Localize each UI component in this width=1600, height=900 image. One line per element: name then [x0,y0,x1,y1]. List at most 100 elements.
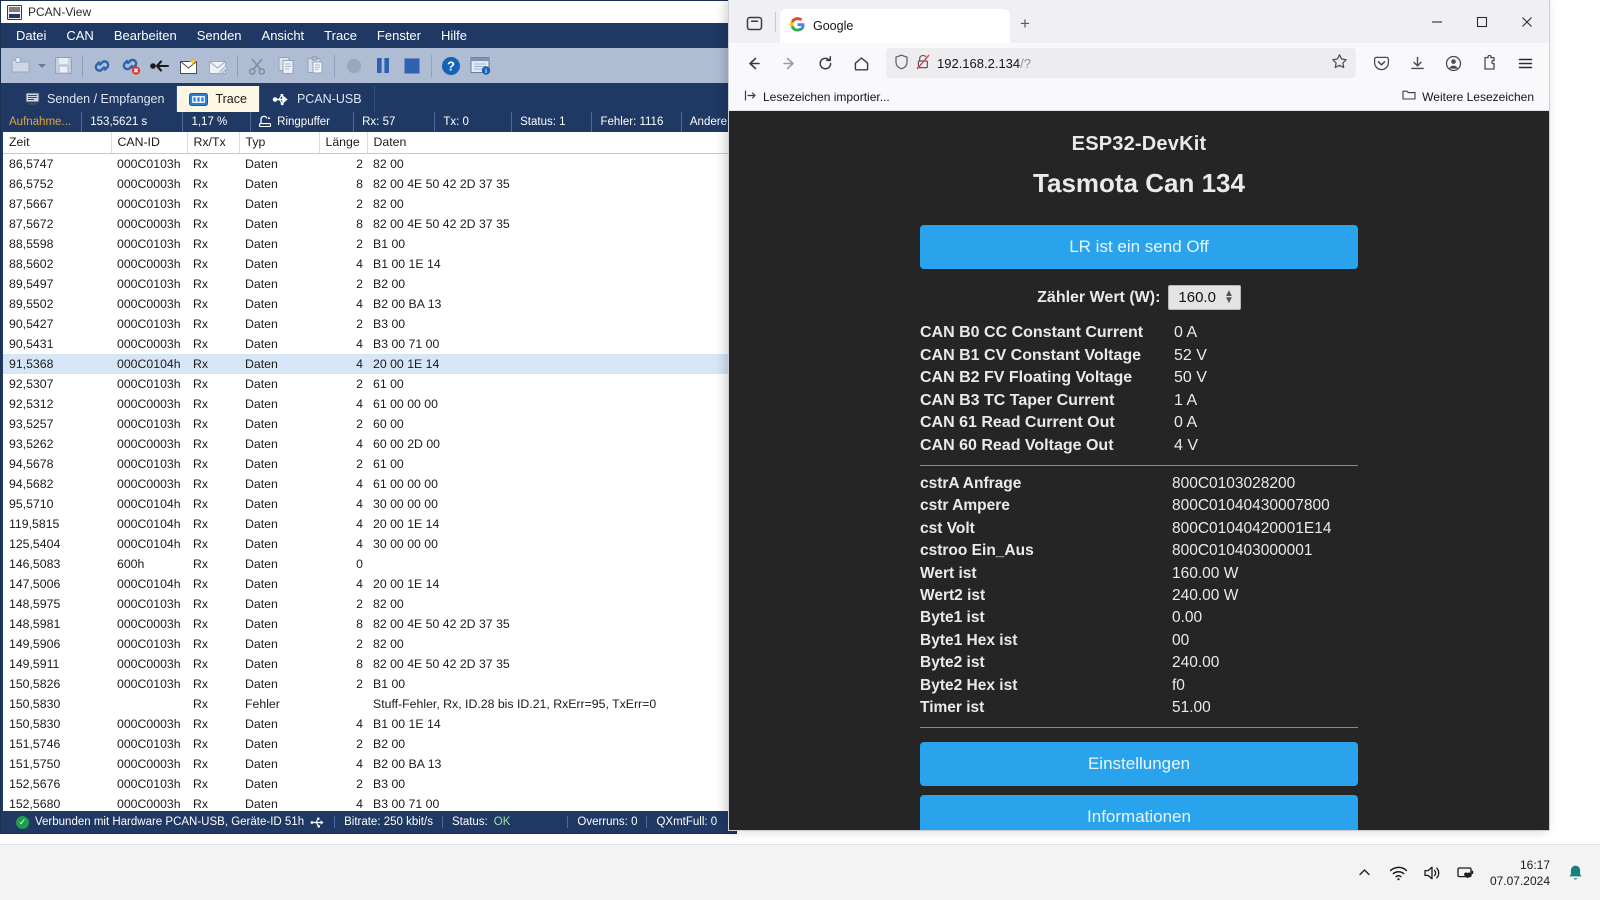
tab-pcan-usb[interactable]: PCAN-USB [260,86,375,112]
new-message-icon[interactable] [175,51,203,81]
reload-button[interactable] [808,48,842,78]
information-button[interactable]: Informationen [920,795,1358,830]
clock[interactable]: 16:17 07.07.2024 [1484,857,1560,889]
table-row[interactable]: 87,5672 000C0003h Rx Daten 8 82 00 4E 50 42 2… [3,214,734,234]
menu-senden[interactable]: Senden [188,25,251,46]
table-row[interactable]: 89,5497 000C0103h Rx Daten 2 B2 00 [3,274,734,294]
table-row[interactable]: 94,5682 000C0003h Rx Daten 4 61 00 00 00 [3,474,734,494]
table-row[interactable]: 87,5667 000C0103h Rx Daten 2 82 00 [3,194,734,214]
copy-icon[interactable] [272,51,300,81]
table-row[interactable]: 148,5975 000C0103h Rx Daten 2 82 00 [3,594,734,614]
back-button[interactable] [736,48,770,78]
trace-table-container[interactable]: Zeit CAN-ID Rx/Tx Typ Länge Daten 86,574… [1,132,736,811]
table-row[interactable]: 151,5746 000C0103h Rx Daten 2 B2 00 [3,734,734,754]
extensions-icon[interactable] [1472,48,1506,78]
pocket-icon[interactable] [1364,48,1398,78]
table-row[interactable]: 150,5826 000C0103h Rx Daten 2 B1 00 [3,674,734,694]
bookmark-star-icon[interactable] [1331,53,1348,73]
table-row[interactable]: 150,5830 000C0003h Rx Daten 4 B1 00 1E 14 [3,714,734,734]
account-icon[interactable] [1436,48,1470,78]
stop-icon[interactable] [398,51,426,81]
import-bookmarks-button[interactable]: Lesezeichen importier... [739,87,895,107]
home-button[interactable] [844,48,878,78]
col-header-zeit[interactable]: Zeit [3,132,112,154]
table-row[interactable]: 150,5830 Rx Fehler Stuff-Fehler, Rx, ID.28 … [3,694,734,714]
insecure-connection-icon[interactable] [916,54,930,73]
downloads-icon[interactable] [1400,48,1434,78]
col-header-daten[interactable]: Daten [367,132,734,154]
table-row[interactable]: 151,5750 000C0003h Rx Daten 4 B2 00 BA 13 [3,754,734,774]
table-row[interactable]: 148,5981 000C0003h Rx Daten 8 82 00 4E 50 42 … [3,614,734,634]
table-row[interactable]: 90,5427 000C0103h Rx Daten 2 B3 00 [3,314,734,334]
forward-button[interactable] [772,48,806,78]
open-file-icon[interactable] [7,51,35,81]
paste-icon[interactable] [301,51,329,81]
col-header-rxtx[interactable]: Rx/Tx [187,132,240,154]
table-row[interactable]: 86,5752 000C0003h Rx Daten 8 82 00 4E 50 42 2… [3,174,734,194]
menu-can[interactable]: CAN [57,25,102,46]
tab-senden-empfangen[interactable]: Senden / Empfangen [13,86,178,112]
settings-button[interactable]: Einstellungen [920,742,1358,787]
table-row[interactable]: 88,5602 000C0003h Rx Daten 4 B1 00 1E 14 [3,254,734,274]
connect-icon[interactable] [88,51,116,81]
lr-toggle-button[interactable]: LR ist ein send Off [920,225,1358,269]
table-row[interactable]: 119,5815 000C0104h Rx Daten 4 20 00 1E 14 [3,514,734,534]
table-row[interactable]: 92,5312 000C0003h Rx Daten 4 61 00 00 00 [3,394,734,414]
table-row[interactable]: 146,5083 600h Rx Daten 0 [3,554,734,574]
menu-trace[interactable]: Trace [315,25,366,46]
table-row[interactable]: 92,5307 000C0103h Rx Daten 2 61 00 [3,374,734,394]
volume-icon[interactable] [1416,853,1450,893]
menu-ansicht[interactable]: Ansicht [253,25,314,46]
table-row[interactable]: 152,5680 000C0003h Rx Daten 4 B3 00 71 00 [3,794,734,811]
save-icon[interactable] [49,51,77,81]
browser-tab[interactable]: Google [780,9,1010,43]
open-file-dropdown-icon[interactable] [36,51,48,81]
table-row[interactable]: 125,5404 000C0104h Rx Daten 4 30 00 00 00 [3,534,734,554]
close-button[interactable] [1504,0,1549,43]
notification-bell-icon[interactable] [1560,864,1590,882]
spinner-arrows-icon[interactable]: ▲ ▼ [1224,289,1234,306]
col-header-can-id[interactable]: CAN-ID [111,132,188,154]
table-row[interactable]: 93,5262 000C0003h Rx Daten 4 60 00 2D 00 [3,434,734,454]
hamburger-menu-icon[interactable] [1508,48,1542,78]
chevron-up-icon[interactable] [1348,853,1382,893]
new-tab-button[interactable]: + [1010,9,1040,39]
record-icon[interactable] [340,51,368,81]
other-bookmarks-button[interactable]: Weitere Lesezeichen [1397,87,1539,106]
url-text[interactable]: 192.168.2.134/? [937,56,1324,71]
table-row[interactable]: 86,5747 000C0103h Rx Daten 2 82 00 [3,154,734,175]
info-window-icon[interactable]: i [466,51,494,81]
cut-icon[interactable] [243,51,271,81]
menu-bearbeiten[interactable]: Bearbeiten [105,25,186,46]
table-row[interactable]: 149,5906 000C0103h Rx Daten 2 82 00 [3,634,734,654]
help-icon[interactable]: ? [437,51,465,81]
url-bar[interactable]: 192.168.2.134/? [886,48,1356,78]
counter-input[interactable]: 160.0 ▲ ▼ [1168,285,1241,310]
table-row[interactable]: 149,5911 000C0003h Rx Daten 8 82 00 4E 50 42 … [3,654,734,674]
table-row[interactable]: 93,5257 000C0103h Rx Daten 2 60 00 [3,414,734,434]
edit-message-icon[interactable] [204,51,232,81]
menu-fenster[interactable]: Fenster [368,25,430,46]
pause-icon[interactable] [369,51,397,81]
shield-icon[interactable] [894,54,909,73]
table-row[interactable]: 95,5710 000C0104h Rx Daten 4 30 00 00 00 [3,494,734,514]
table-row[interactable]: 152,5676 000C0103h Rx Daten 2 B3 00 [3,774,734,794]
table-row[interactable]: 88,5598 000C0103h Rx Daten 2 B1 00 [3,234,734,254]
menu-datei[interactable]: Datei [7,25,55,46]
table-row[interactable]: 91,5368 000C0104h Rx Daten 4 20 00 1E 14 [3,354,734,374]
filter-icon[interactable] [146,51,174,81]
tab-trace[interactable]: Trace [177,86,260,112]
maximize-button[interactable] [1459,0,1504,43]
minimize-button[interactable] [1414,0,1459,43]
table-row[interactable]: 89,5502 000C0003h Rx Daten 4 B2 00 BA 13 [3,294,734,314]
menu-hilfe[interactable]: Hilfe [432,25,476,46]
disconnect-icon[interactable] [117,51,145,81]
col-header-typ[interactable]: Typ [239,132,320,154]
list-all-tabs-icon[interactable] [737,6,771,40]
battery-health-icon[interactable] [1450,853,1484,893]
table-row[interactable]: 94,5678 000C0103h Rx Daten 2 61 00 [3,454,734,474]
table-row[interactable]: 147,5006 000C0104h Rx Daten 4 20 00 1E 14 [3,574,734,594]
wifi-icon[interactable] [1382,853,1416,893]
table-row[interactable]: 90,5431 000C0003h Rx Daten 4 B3 00 71 00 [3,334,734,354]
col-header-laenge[interactable]: Länge [319,132,368,154]
